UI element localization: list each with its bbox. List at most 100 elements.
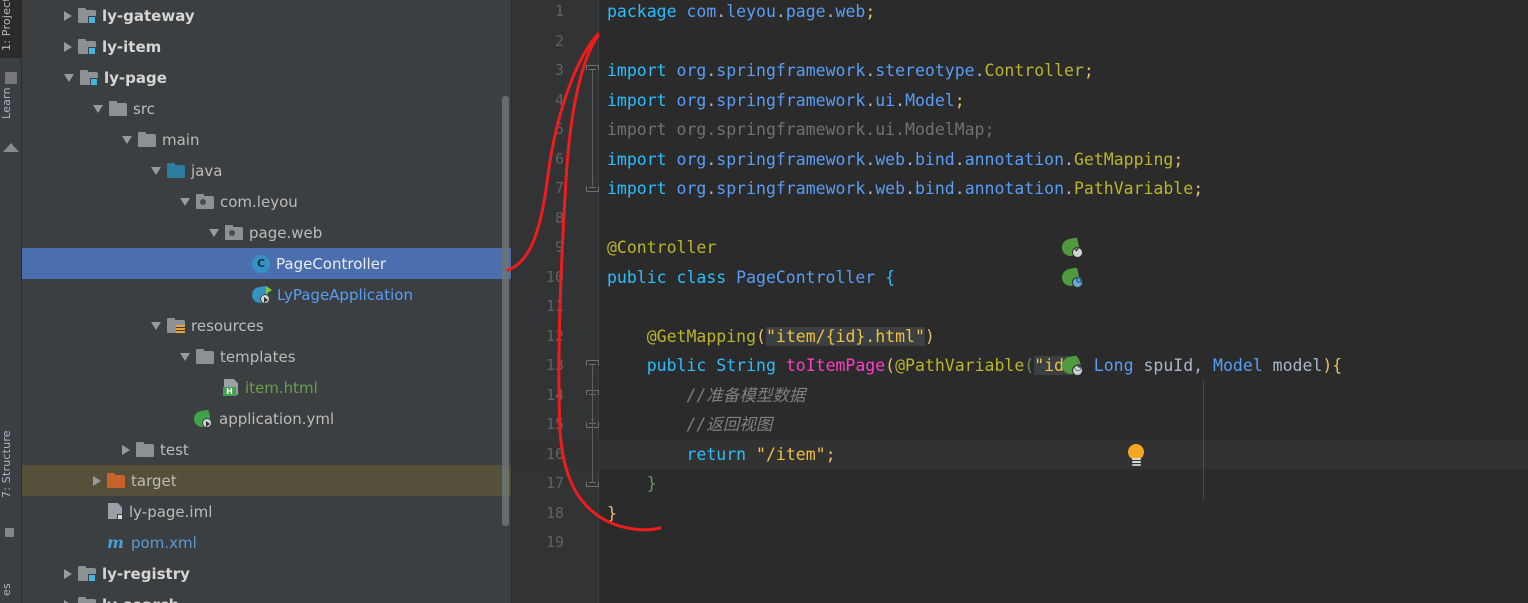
tool-tab-services[interactable]: es [0,570,22,603]
code-text[interactable]: return "/item"; [607,440,835,470]
code-line-9[interactable]: 9 @Controller [512,233,1528,263]
tree-item-label: page.web [249,223,323,242]
spring-bean-gateway-icon[interactable] [1060,266,1083,288]
code-text[interactable]: @GetMapping("item/{id}.html") [607,322,935,352]
chevron-right-icon[interactable] [93,475,101,486]
code-text[interactable]: import org.springframework.web.bind.anno… [607,174,1203,204]
code-line-13[interactable]: 13 public String toItemPage(@PathVariabl… [512,351,1528,381]
code-text[interactable]: import org.springframework.web.bind.anno… [607,145,1183,175]
chevron-down-icon[interactable] [180,197,190,206]
chevron-right-icon[interactable] [64,568,72,579]
tree-item-label: templates [220,347,296,366]
chevron-right-icon[interactable] [122,444,130,455]
code-line-7[interactable]: 7 import org.springframework.web.bind.ann… [512,174,1528,204]
chevron-right-icon[interactable] [64,599,72,603]
code-text[interactable]: } [607,469,657,499]
tree-scrollbar[interactable] [502,96,509,526]
tree-item-com-leyou[interactable]: com.leyou [22,186,511,217]
tool-tab-learn[interactable]: Learn [0,72,22,134]
tree-item-ly-gateway[interactable]: ly-gateway [22,0,511,31]
tree-item-page-web[interactable]: page.web [22,217,511,248]
source-folder-icon [167,163,185,178]
tree-item-pagecontroller[interactable]: C PageController [22,248,511,279]
code-text[interactable]: import org.springframework.ui.ModelMap; [607,115,994,145]
intention-bulb-icon[interactable] [1128,443,1145,465]
chevron-down-icon[interactable] [151,321,161,330]
code-line-10[interactable]: 10 public class PageController { [512,263,1528,293]
code-line-3[interactable]: 3 import org.springframework.stereotype.C… [512,56,1528,86]
tree-item-pom-xml[interactable]: m pom.xml [22,527,511,558]
tree-item-application-yml[interactable]: application.yml [22,403,511,434]
tree-item-ly-registry[interactable]: ly-registry [22,558,511,589]
tree-item-java[interactable]: java [22,155,511,186]
code-lines: 1 package com.leyou.page.web; 2 3 import org… [512,0,1528,558]
idea-window: 1: Project Learn 7: Structure es ly-gate… [0,0,1528,603]
tree-item-target[interactable]: target [22,465,511,496]
code-line-1[interactable]: 1 package com.leyou.page.web; [512,0,1528,27]
code-line-5[interactable]: 5 import org.springframework.ui.ModelMap; [512,115,1528,145]
code-line-6[interactable]: 6 import org.springframework.web.bind.ann… [512,145,1528,175]
tree-item-label: item.html [245,378,318,397]
line-number: 6 [554,149,564,168]
project-tree-panel[interactable]: ly-gateway ly-item ly-page src main java com.l… [22,0,512,603]
code-text[interactable]: } [607,499,617,529]
chevron-down-icon[interactable] [209,228,219,237]
code-line-4[interactable]: 4 import org.springframework.ui.Model; [512,86,1528,116]
tree-item-test[interactable]: test [22,434,511,465]
tree-item-ly-page[interactable]: ly-page [22,62,511,93]
chevron-down-icon[interactable] [93,104,103,113]
chevron-down-icon[interactable] [64,73,74,82]
tree-item-resources[interactable]: resources [22,310,511,341]
tree-item-ly-search[interactable]: ly-search [22,589,511,603]
iml-file-icon [107,503,123,520]
structure-tool-icon [5,528,14,537]
chevron-down-icon[interactable] [180,352,190,361]
code-text[interactable]: package com.leyou.page.web; [607,0,875,27]
tree-item-label: ly-registry [102,564,190,583]
chevron-down-icon[interactable] [122,135,132,144]
code-text[interactable]: //返回视图 [607,410,772,440]
tree-item-templates[interactable]: templates [22,341,511,372]
code-line-14[interactable]: 14 //准备模型数据 [512,381,1528,411]
code-text[interactable]: public String toItemPage(@PathVariable("… [607,351,1342,381]
chevron-down-icon[interactable] [151,166,161,175]
chevron-right-icon[interactable] [64,41,72,52]
code-editor[interactable]: 1 package com.leyou.page.web; 2 3 import org… [512,0,1528,603]
package-icon [196,194,214,209]
module-icon [78,39,96,55]
tree-item-main[interactable]: main [22,124,511,155]
code-line-15[interactable]: 15 //返回视图 [512,410,1528,440]
code-line-11[interactable]: 11 [512,292,1528,322]
code-text[interactable]: //准备模型数据 [607,381,805,411]
spring-bean-check-icon[interactable] [1060,237,1083,258]
line-number: 7 [554,179,564,197]
chevron-right-icon[interactable] [64,10,72,21]
code-text[interactable]: public class PageController { [607,263,895,293]
tree-item-label: main [162,130,200,149]
code-line-18[interactable]: 18} [512,499,1528,529]
code-line-12[interactable]: 12 @GetMapping("item/{id}.html") [512,322,1528,352]
code-line-16[interactable]: 16 return "/item"; [512,439,1528,470]
tree-item-ly-item[interactable]: ly-item [22,31,511,62]
tree-item-src[interactable]: src [22,93,511,124]
code-line-2[interactable]: 2 [512,27,1528,57]
tree-item-lypageapplication[interactable]: LyPageApplication [22,279,511,310]
code-text[interactable]: import org.springframework.stereotype.Co… [607,56,1094,86]
tree-item-label: com.leyou [220,192,298,211]
module-icon [78,566,96,582]
tree-item-label: ly-item [102,37,162,56]
code-line-19[interactable]: 19 [512,528,1528,558]
left-tool-strip: 1: Project Learn 7: Structure es [0,0,22,603]
folder-icon [196,349,214,364]
tree-item-item-html[interactable]: Hitem.html [22,372,511,403]
line-number: 1 [554,2,564,20]
code-text[interactable]: import org.springframework.ui.Model; [607,86,965,116]
tree-item-ly-page-iml[interactable]: ly-page.iml [22,496,511,527]
code-line-8[interactable]: 8 [512,204,1528,234]
spring-bean-request-icon[interactable] [1060,355,1083,376]
tool-tab-project[interactable]: 1: Project [0,0,22,58]
tool-tab-structure[interactable]: 7: Structure [0,415,22,513]
code-line-17[interactable]: 17 } [512,469,1528,499]
line-number: 13 [545,356,564,374]
code-text[interactable]: @Controller [607,233,716,263]
